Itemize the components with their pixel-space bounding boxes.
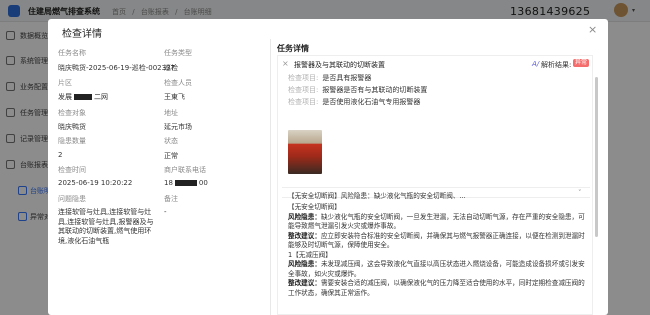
redaction-mask [174,180,197,186]
analysis-heading: 1【无减压阀】 [288,250,332,259]
task-detail-scroll-area[interactable]: × 报警器及与其联动的切断装置 A/ 解析结果: 异常 ˄ 检查项目:是否具有报… [277,55,593,315]
check-item-title: 报警器及与其联动的切断装置 [294,61,385,69]
inspection-detail-modal: 检查详情 × 任务名称 晓庆鸭货-2025-06-19-巡检-002337 任务… [48,19,608,315]
ai-icon: A/ [532,60,540,68]
redaction-mask [74,94,92,100]
target-label: 检查对象 [58,109,86,117]
task-type-label: 任务类型 [164,49,192,57]
status-value: 正常 [164,152,178,160]
chevron-down-icon[interactable]: ˅ [578,189,582,197]
analysis-summary-header[interactable]: 【无安全切断阀】风险隐患：缺少液化气瓶的安全切断阀、... ˅ [282,187,590,200]
address-label: 地址 [164,109,178,117]
analysis-section-1: 【无安全切断阀】 风险隐患：缺少液化气瓶的安全切断阀，一旦发生泄漏，无法自动切断… [288,203,588,298]
area-suffix: 二网 [94,93,108,101]
remark-value: - [164,208,167,216]
task-type-value: 巡检 [164,64,178,72]
check-time-label: 检查时间 [58,166,86,174]
task-name-label: 任务名称 [58,49,86,57]
risk-text: 未发现减压阀，这会导致液化气直接以高压状态进入燃烧设备，可能造成设备损坏或引发安… [288,260,585,278]
status-badge: 异常 [573,59,590,67]
close-icon[interactable]: × [588,23,597,36]
task-detail-panel: 任务详情 × 报警器及与其联动的切断装置 A/ 解析结果: 异常 ˄ 检查项目:… [270,39,604,315]
fix-label: 整改建议： [288,279,321,287]
hazard-desc-value: 连接软管与灶具,连接软管与灶具,连接软管与灶具,报警器及与其联动的切断装置,燃气… [58,208,154,245]
address-value: 延元市场 [164,123,192,131]
task-name-value: 晓庆鸭货-2025-06-19-巡检-002337 [58,64,175,72]
check-time-value: 2025-06-19 10:20:22 [58,179,133,187]
check-row: 检查项目: 是否具有报警器 [288,74,372,82]
risk-label: 风险隐患： [288,260,321,268]
fix-text: 应立即安装符合标准的安全切断阀，并确保其与燃气报警器正确连接，以便在检测到泄漏时… [288,231,585,250]
close-icon[interactable]: × [282,59,289,68]
merchant-phone-suffix: 00 [198,179,208,187]
merchant-phone-value: 18 00 [164,179,208,187]
remark-label: 备注 [164,195,178,203]
check-row: 检查项目: 是否使用液化石油气专用报警器 [288,98,421,106]
risk-text: 缺少液化气瓶的安全切断阀，一旦发生泄漏，无法自动切断气源，存在严重的安全隐患，可… [288,212,585,231]
modal-title: 检查详情 [62,29,102,40]
area-value: 发展 二网 [58,92,108,102]
scrollbar[interactable] [595,77,598,237]
inspection-photo[interactable] [288,130,322,174]
hazard-count-label: 隐患数量 [58,137,86,145]
analysis-summary-text: 【无安全切断阀】风险隐患：缺少液化气瓶的安全切断阀、... [288,192,466,200]
hazard-desc-label: 问题隐患 [58,195,86,203]
fix-text: 需要安装合适的减压阀，以确保液化气的压力降至适合使用的水平，同时定期检查减压阀的… [288,279,585,297]
task-detail-title: 任务详情 [277,44,309,53]
risk-label: 风险隐患： [288,212,321,221]
check-item-header[interactable]: × 报警器及与其联动的切断装置 A/ 解析结果: 异常 ˄ [282,59,590,69]
merchant-phone-label: 商户联系电话 [164,166,206,174]
inspector-label: 检查人员 [164,79,192,87]
merchant-phone-prefix: 18 [164,179,173,187]
inspector-value: 王東飞 [164,93,185,101]
area-label: 片区 [58,79,72,87]
check-row: 检查项目: 报警器是否有与其联动的切断装置 [288,86,428,94]
analysis-heading: 【无安全切断阀】 [288,203,341,211]
target-value: 晓庆鸭货 [58,123,86,131]
hazard-count-value: 2 [58,151,63,159]
area-prefix: 发展 [58,93,72,101]
ai-result-label: 解析结果: [541,61,572,69]
status-label: 状态 [164,137,178,145]
fix-label: 整改建议： [288,231,321,240]
